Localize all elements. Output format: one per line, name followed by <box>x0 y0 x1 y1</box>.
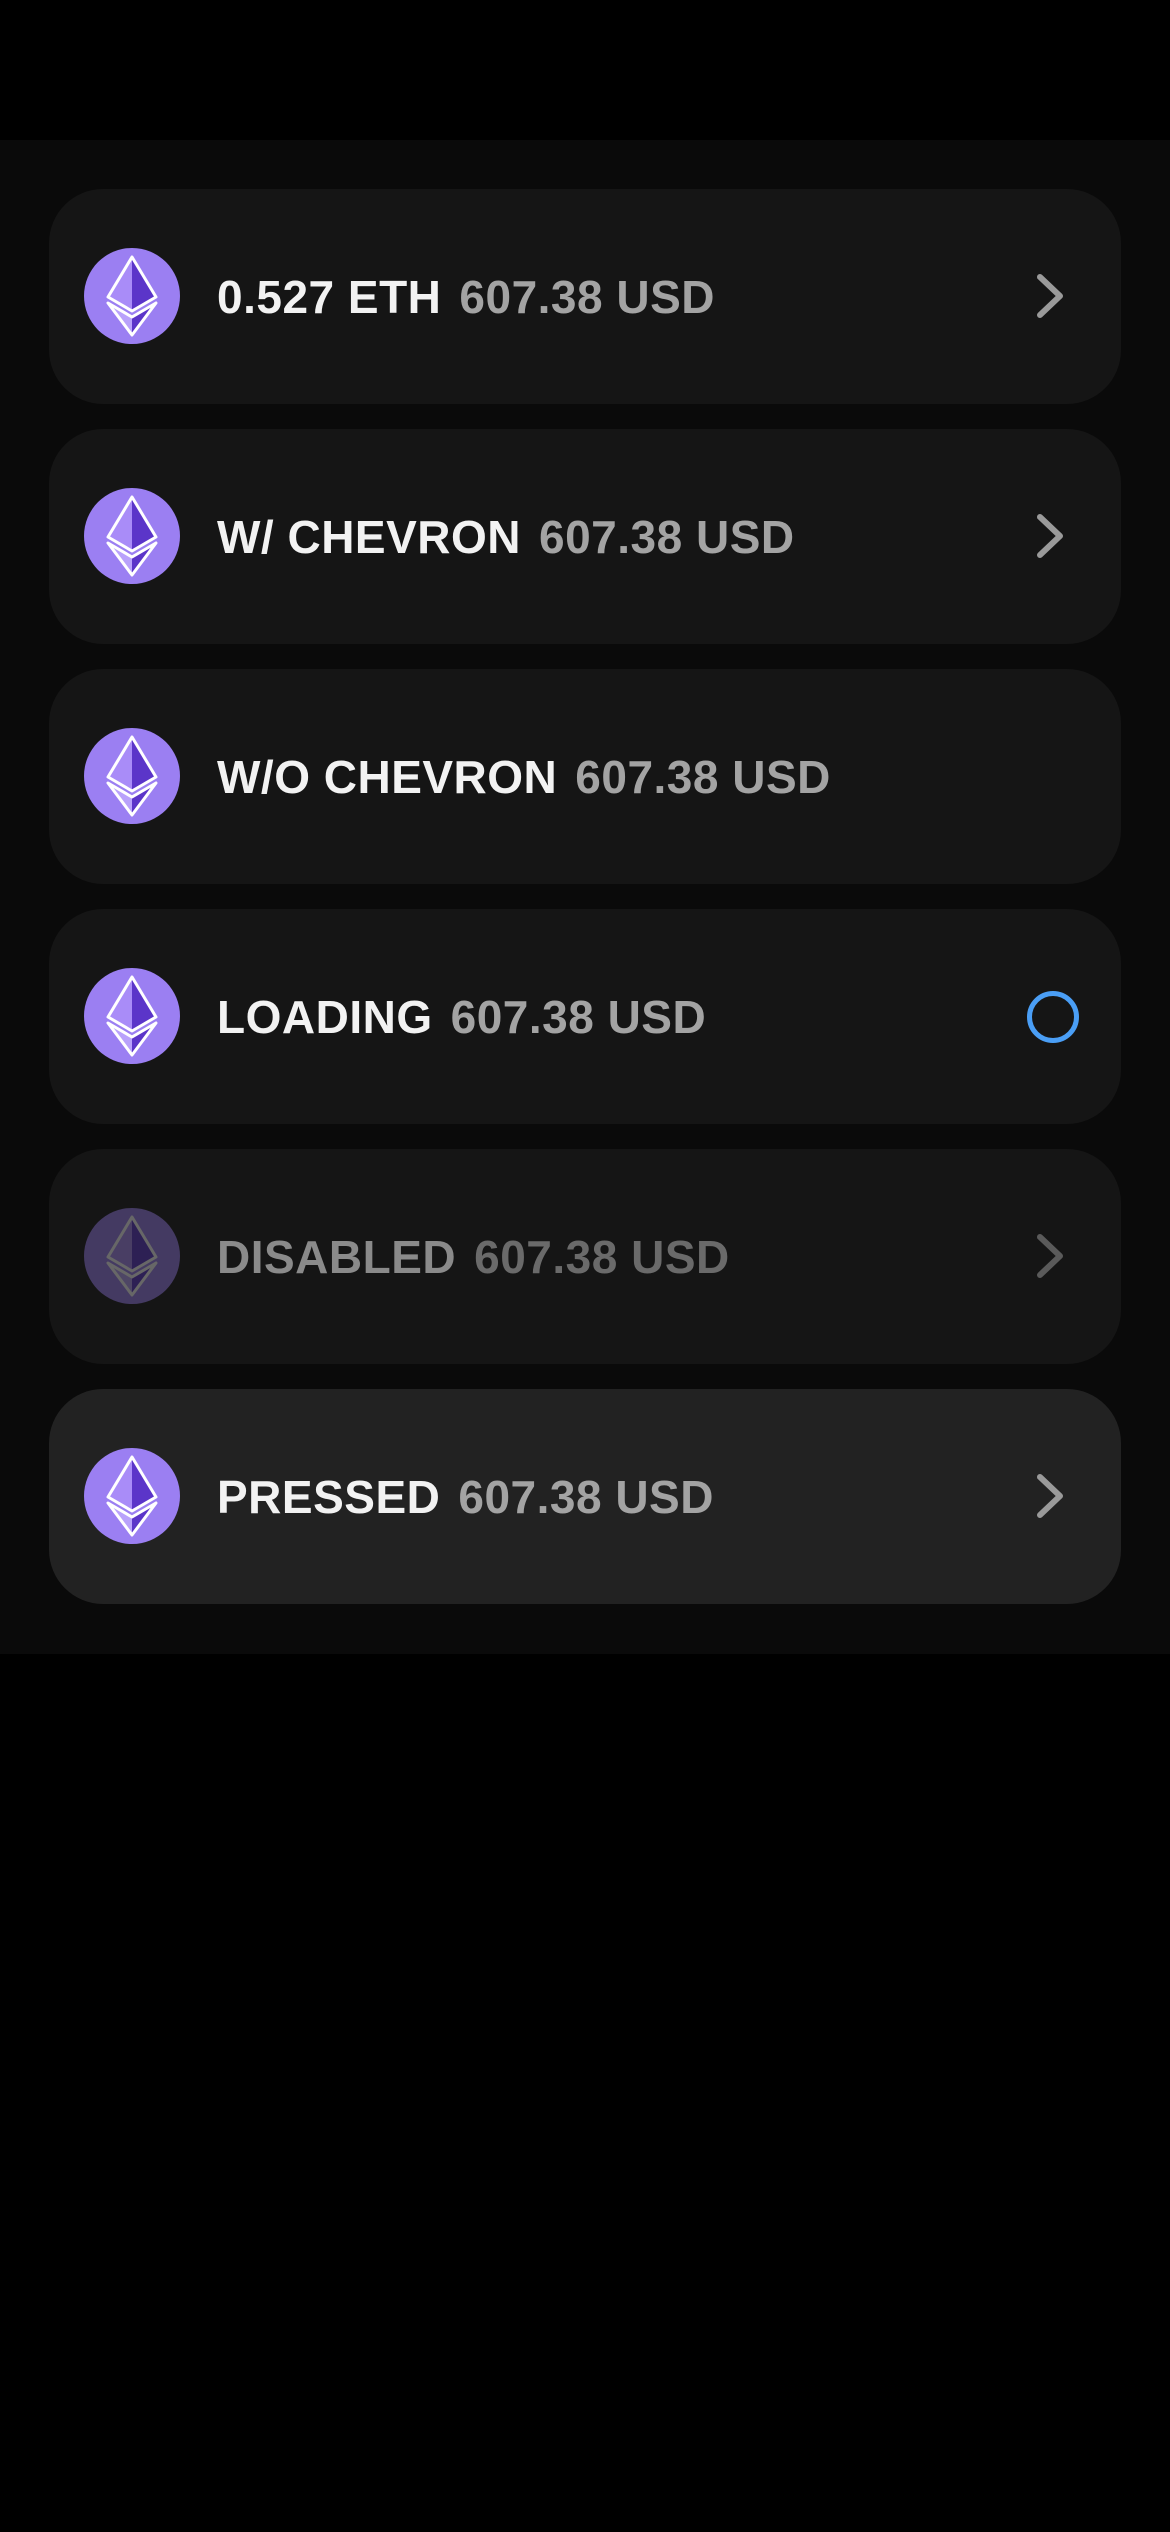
ethereum-icon <box>84 728 180 824</box>
chevron-right-icon <box>1023 509 1077 563</box>
row-text: W/ CHEVRON 607.38 USD <box>217 429 795 644</box>
ethereum-icon <box>84 488 180 584</box>
asset-row-loading[interactable]: LOADING 607.38 USD <box>49 909 1121 1124</box>
row-text: LOADING 607.38 USD <box>217 909 706 1124</box>
row-amount: 607.38 USD <box>458 1470 714 1523</box>
asset-row-with-chevron[interactable]: W/ CHEVRON 607.38 USD <box>49 429 1121 644</box>
row-text: W/O CHEVRON 607.38 USD <box>217 669 831 884</box>
chevron-right-icon <box>1023 269 1077 323</box>
chevron-right-icon <box>1023 1229 1077 1283</box>
chevron-right-icon <box>1023 1469 1077 1523</box>
row-amount: 607.38 USD <box>450 990 707 1043</box>
ethereum-icon <box>84 1208 180 1304</box>
asset-row-without-chevron[interactable]: W/O CHEVRON 607.38 USD <box>49 669 1121 884</box>
ethereum-icon <box>84 1448 180 1544</box>
asset-row-eth[interactable]: 0.527 ETH 607.38 USD <box>49 189 1121 404</box>
ethereum-icon <box>84 968 180 1064</box>
row-text: PRESSED 607.38 USD <box>217 1389 714 1604</box>
row-text: 0.527 ETH 607.38 USD <box>217 189 715 404</box>
row-label: 0.527 ETH <box>217 270 442 323</box>
row-label: W/O CHEVRON <box>217 750 558 803</box>
row-amount: 607.38 USD <box>474 1230 730 1283</box>
row-label: DISABLED <box>217 1230 457 1283</box>
row-label: PRESSED <box>217 1470 441 1523</box>
row-amount: 607.38 USD <box>459 270 716 323</box>
ethereum-icon <box>84 248 180 344</box>
row-text: DISABLED 607.38 USD <box>217 1149 730 1364</box>
loading-spinner-icon <box>1027 991 1079 1043</box>
row-label: LOADING <box>217 990 433 1043</box>
asset-row-pressed[interactable]: PRESSED 607.38 USD <box>49 1389 1121 1604</box>
asset-row-disabled: DISABLED 607.38 USD <box>49 1149 1121 1364</box>
asset-list: 0.527 ETH 607.38 USD W/ CHEVRON 607.38 U… <box>0 140 1170 1654</box>
row-amount: 607.38 USD <box>575 750 831 803</box>
row-label: W/ CHEVRON <box>217 510 521 563</box>
row-amount: 607.38 USD <box>539 510 795 563</box>
